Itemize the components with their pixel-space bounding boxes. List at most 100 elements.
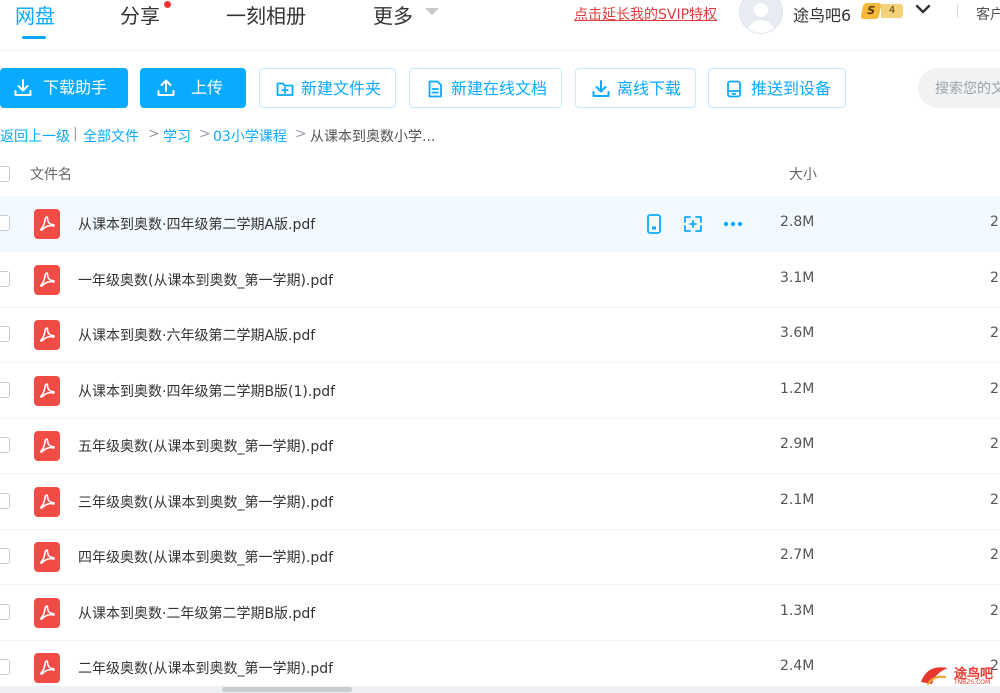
- table-row[interactable]: 五年级奥数(从课本到奥数_第一学期).pdf 2.9M 2: [0, 418, 1000, 474]
- row-checkbox[interactable]: [0, 604, 10, 620]
- row-checkbox[interactable]: [0, 493, 10, 509]
- breadcrumb-separator: |: [73, 126, 78, 142]
- row-checkbox[interactable]: [0, 326, 10, 342]
- pdf-icon: [34, 376, 60, 406]
- file-size: 1.3M: [780, 603, 815, 619]
- active-tab-indicator: [22, 36, 46, 39]
- vip-level-badge: S 4: [860, 3, 904, 19]
- watermark-subtext: TNBZS.COM: [954, 679, 991, 686]
- acrobat-glyph-icon: [40, 216, 55, 231]
- row-checkbox[interactable]: [0, 437, 10, 453]
- push-to-device-label: 推送到设备: [751, 79, 832, 98]
- download-icon: [592, 80, 610, 97]
- file-name[interactable]: 二年级奥数(从课本到奥数_第一学期).pdf: [78, 658, 333, 678]
- pdf-icon: [34, 320, 60, 350]
- pdf-icon: [34, 431, 60, 461]
- row-actions: [643, 213, 753, 235]
- notification-dot: [164, 1, 171, 8]
- tab-netdisk[interactable]: 网盘: [15, 0, 55, 28]
- table-row[interactable]: 三年级奥数(从课本到奥数_第一学期).pdf 2.1M 2: [0, 474, 1000, 530]
- file-date-truncated: 2: [990, 603, 999, 619]
- new-folder-button[interactable]: 新建文件夹: [259, 68, 396, 108]
- file-name[interactable]: 从课本到奥数·二年级第二学期B版.pdf: [78, 603, 315, 623]
- offline-download-label: 离线下载: [617, 79, 682, 98]
- file-name[interactable]: 四年级奥数(从课本到奥数_第一学期).pdf: [78, 547, 333, 567]
- file-size: 1.2M: [780, 381, 815, 397]
- chevron-down-icon[interactable]: [425, 8, 439, 15]
- svip-coin-icon: S: [860, 3, 882, 19]
- table-row[interactable]: 一年级奥数(从课本到奥数_第一学期).pdf 3.1M 2: [0, 252, 1000, 308]
- offline-download-button[interactable]: 离线下载: [575, 68, 696, 108]
- file-name[interactable]: 从课本到奥数·四年级第二学期A版.pdf: [78, 214, 315, 234]
- table-header: 文件名 大小: [0, 160, 1000, 188]
- row-checkbox[interactable]: [0, 659, 10, 675]
- download-helper-button[interactable]: 下载助手: [0, 68, 128, 108]
- table-row[interactable]: 二年级奥数(从课本到奥数_第一学期).pdf 2.4M 2: [0, 640, 1000, 686]
- push-to-device-button[interactable]: 推送到设备: [708, 68, 846, 108]
- acrobat-glyph-icon: [40, 438, 55, 453]
- more-icon[interactable]: [722, 213, 744, 235]
- file-size: 3.1M: [780, 270, 815, 286]
- watermark-logo: 途鸟吧 TNBZS.COM: [916, 660, 1000, 690]
- file-size: 2.9M: [780, 436, 815, 452]
- phone-icon[interactable]: [643, 213, 665, 235]
- file-date-truncated: 2: [990, 325, 999, 341]
- acrobat-glyph-icon: [40, 494, 55, 509]
- row-checkbox[interactable]: [0, 548, 10, 564]
- table-row[interactable]: 从课本到奥数·四年级第二学期B版(1).pdf 1.2M 2: [0, 363, 1000, 419]
- file-name[interactable]: 从课本到奥数·四年级第二学期B版(1).pdf: [78, 381, 335, 401]
- tab-share[interactable]: 分享: [120, 0, 160, 28]
- download-helper-label: 下载助手: [43, 78, 108, 97]
- svip-renew-link[interactable]: 点击延长我的SVIP特权: [574, 4, 717, 24]
- pdf-icon: [34, 542, 60, 572]
- breadcrumb-separator: >: [148, 126, 160, 142]
- scrollbar-thumb[interactable]: [222, 687, 352, 692]
- divider: [957, 4, 958, 18]
- tab-moment-album[interactable]: 一刻相册: [226, 0, 306, 28]
- file-name[interactable]: 五年级奥数(从课本到奥数_第一学期).pdf: [78, 436, 333, 456]
- search-box[interactable]: [918, 68, 1000, 108]
- bird-logo-icon: [921, 667, 948, 686]
- pdf-icon: [34, 209, 60, 239]
- table-row[interactable]: 从课本到奥数·四年级第二学期A版.pdf 2.8M 2: [0, 196, 1000, 252]
- column-header-size[interactable]: 大小: [789, 164, 817, 184]
- breadcrumb-back-link[interactable]: 返回上一级: [0, 126, 70, 146]
- username[interactable]: 途鸟吧6: [793, 2, 851, 26]
- table-row[interactable]: 从课本到奥数·六年级第二学期A版.pdf 3.6M 2: [0, 307, 1000, 363]
- file-size: 2.1M: [780, 492, 815, 508]
- breadcrumb-primary-course[interactable]: 03小学课程: [213, 126, 287, 146]
- file-name[interactable]: 一年级奥数(从课本到奥数_第一学期).pdf: [78, 270, 333, 290]
- breadcrumb-study[interactable]: 学习: [163, 126, 191, 146]
- table-row[interactable]: 从课本到奥数·二年级第二学期B版.pdf 1.3M 2: [0, 585, 1000, 641]
- search-input[interactable]: [935, 68, 1000, 108]
- select-all-checkbox[interactable]: [0, 166, 10, 182]
- download-icon: [14, 79, 32, 96]
- avatar[interactable]: [739, 0, 783, 34]
- file-size: 2.8M: [780, 214, 815, 230]
- file-name[interactable]: 从课本到奥数·六年级第二学期A版.pdf: [78, 325, 315, 345]
- row-checkbox[interactable]: [0, 382, 10, 398]
- new-online-doc-button[interactable]: 新建在线文档: [409, 68, 562, 108]
- breadcrumb-all-files[interactable]: 全部文件: [83, 126, 139, 146]
- tab-more[interactable]: 更多: [373, 0, 413, 28]
- upload-button[interactable]: 上传: [140, 68, 246, 108]
- breadcrumb-current-folder: 从课本到奥数小学...: [310, 129, 436, 145]
- client-link[interactable]: 客户: [976, 4, 1000, 24]
- acrobat-glyph-icon: [40, 605, 55, 620]
- file-name[interactable]: 三年级奥数(从课本到奥数_第一学期).pdf: [78, 492, 333, 512]
- breadcrumb-separator: >: [295, 126, 307, 142]
- horizontal-scrollbar[interactable]: [0, 686, 1000, 693]
- file-date-truncated: 2: [990, 381, 999, 397]
- upload-icon: [157, 79, 175, 96]
- row-checkbox[interactable]: [0, 271, 10, 287]
- acrobat-glyph-icon: [40, 272, 55, 287]
- breadcrumb-separator: >: [199, 126, 211, 142]
- column-header-name[interactable]: 文件名: [30, 164, 72, 184]
- table-row[interactable]: 四年级奥数(从课本到奥数_第一学期).pdf 2.7M 2: [0, 529, 1000, 585]
- row-checkbox[interactable]: [0, 215, 10, 231]
- share-icon[interactable]: [682, 213, 704, 235]
- user-menu-chevron-icon[interactable]: [914, 2, 932, 18]
- top-navigation: 网盘 分享 一刻相册 更多 点击延长我的SVIP特权 途鸟吧6 S 4 客户: [0, 0, 1000, 51]
- acrobat-glyph-icon: [40, 327, 55, 342]
- pdf-icon: [34, 265, 60, 295]
